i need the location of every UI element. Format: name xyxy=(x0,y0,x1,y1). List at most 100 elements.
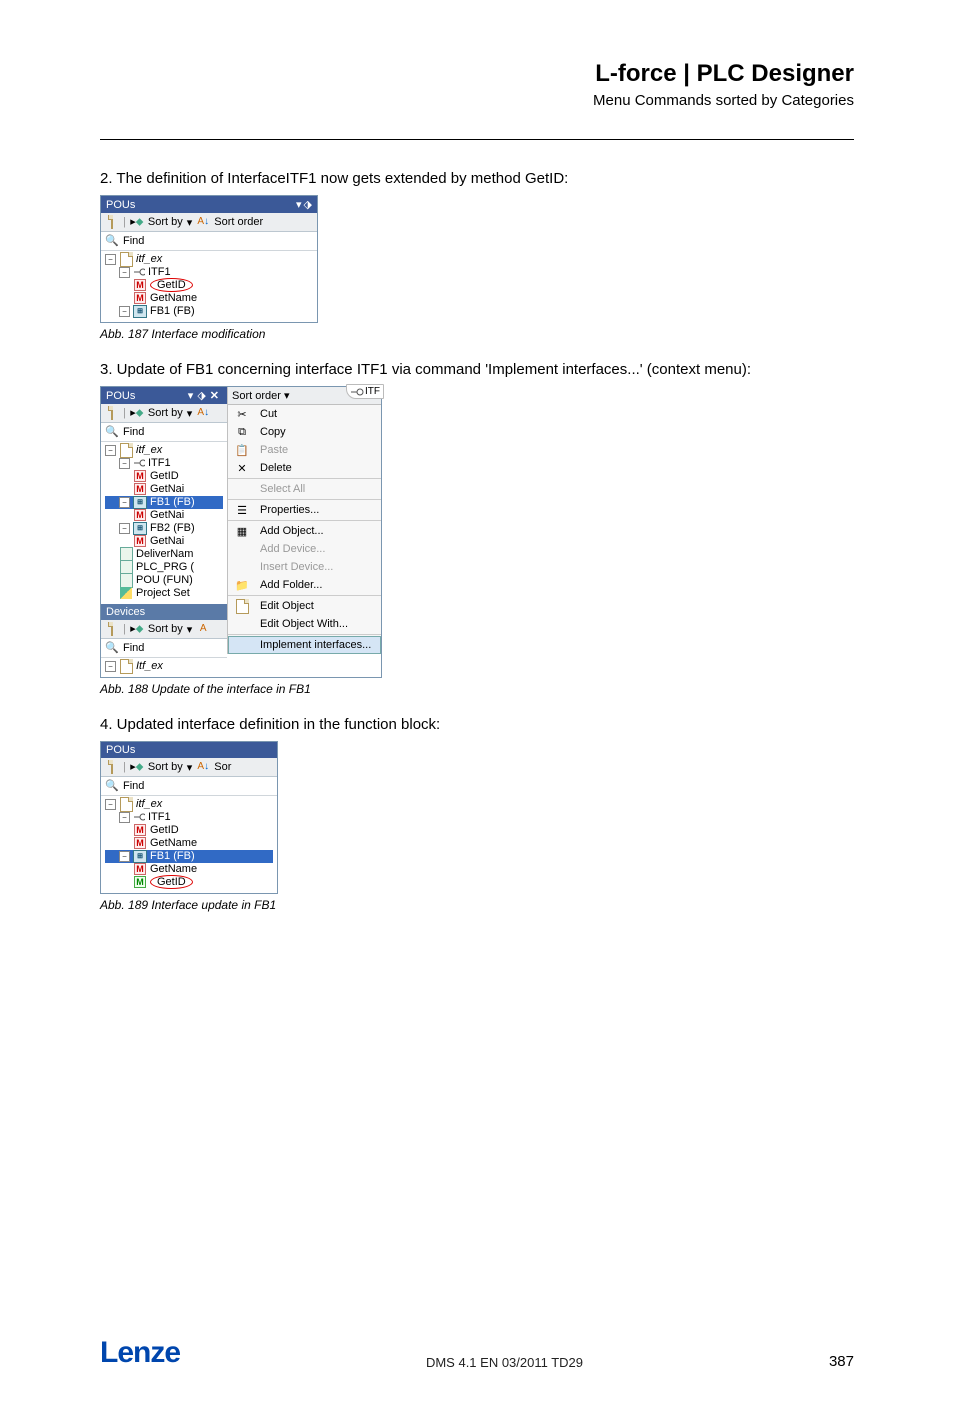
document-icon[interactable] xyxy=(105,622,119,636)
sortorder-label[interactable]: Sor xyxy=(214,761,231,773)
tree-row-root[interactable]: −itf_ex xyxy=(105,444,223,457)
tree-row-fb1-getname[interactable]: M GetName xyxy=(105,863,273,876)
ctx-editobject[interactable]: Edit Object xyxy=(228,597,381,615)
sort-icon[interactable]: ▸⬥ xyxy=(130,215,144,229)
project-icon xyxy=(120,443,133,458)
project-icon xyxy=(120,797,133,812)
close-icon[interactable]: ✕ xyxy=(210,389,219,402)
sortorder-label[interactable]: Sort order xyxy=(214,216,263,228)
ctx-implementinterfaces[interactable]: Implement interfaces... xyxy=(228,636,381,654)
itf-tab[interactable]: ITF xyxy=(346,384,384,399)
copy-icon: ⧉ xyxy=(234,425,250,439)
binoculars-icon: 🔍 xyxy=(105,641,119,655)
find-row[interactable]: 🔍 Find xyxy=(101,777,277,796)
delete-icon: ✕ xyxy=(234,461,250,475)
binoculars-icon: 🔍 xyxy=(105,425,119,439)
ctx-addfolder[interactable]: 📁Add Folder... xyxy=(228,576,381,594)
tree-row-devices-root[interactable]: −Itf_ex xyxy=(105,660,223,673)
find-row[interactable]: 🔍 Find xyxy=(101,423,227,442)
method-icon: M xyxy=(134,292,146,304)
az-sort-icon[interactable]: A↓ xyxy=(196,760,210,774)
method-icon: M xyxy=(134,837,146,849)
node-fb1-getname: GetName xyxy=(150,863,197,875)
sortby-label[interactable]: Sort by xyxy=(148,216,183,228)
document-icon[interactable] xyxy=(105,760,119,774)
document-icon[interactable] xyxy=(105,215,119,229)
tree-row-getid[interactable]: M GetID xyxy=(105,279,313,292)
tree-row-getname[interactable]: M GetName xyxy=(105,292,313,305)
footer-docid: DMS 4.1 EN 03/2011 TD29 xyxy=(426,1355,583,1370)
ctx-delete[interactable]: ✕Delete xyxy=(228,459,381,477)
find-row-devices[interactable]: 🔍 Find xyxy=(101,639,227,658)
fb-icon: ⊞ xyxy=(133,496,147,509)
ctx-selectall[interactable]: Select All xyxy=(228,480,381,498)
panel-toolbar: | ▸⬥ Sort by ▾ A↓ Sor xyxy=(101,758,277,777)
ctx-editobjectwith[interactable]: Edit Object With... xyxy=(228,615,381,633)
chevron-down-icon[interactable]: ▾ xyxy=(188,389,194,402)
sortby-label[interactable]: Sort by xyxy=(148,407,183,419)
fb-icon: ⊞ xyxy=(133,305,147,318)
context-menu: Sort order ▾ ✂Cut ⧉Copy 📋Paste ✕Delete S… xyxy=(227,387,381,654)
tree-row-root[interactable]: − itf_ex xyxy=(105,253,313,266)
tree-row-fb1-getid[interactable]: MGetID xyxy=(105,876,273,889)
expander-icon[interactable]: − xyxy=(119,267,130,278)
node-fb1-getna: GetNai xyxy=(150,509,184,521)
az-sort-icon[interactable]: A xyxy=(196,622,210,636)
pin-icon[interactable]: ⬗ xyxy=(304,198,312,211)
sortby-label[interactable]: Sort by xyxy=(148,623,183,635)
tree-row-fb1[interactable]: − ⊞ FB1 (FB) xyxy=(105,305,313,318)
sort-icon[interactable]: ▸⬥ xyxy=(130,406,144,420)
find-row[interactable]: 🔍 Find xyxy=(101,232,317,251)
find-label: Find xyxy=(123,642,144,654)
tree-row-fb1-selected[interactable]: −⊞FB1 (FB) xyxy=(105,850,273,863)
node-fb1: FB1 (FB) xyxy=(150,850,195,862)
expander-icon[interactable]: − xyxy=(105,254,116,265)
ctx-adddevice[interactable]: Add Device... xyxy=(228,540,381,558)
tree-row-itf1[interactable]: − ITF1 xyxy=(105,266,313,279)
method-icon: M xyxy=(134,863,146,875)
tree-row-getid[interactable]: MGetID xyxy=(105,470,223,483)
ctx-cut[interactable]: ✂Cut xyxy=(228,405,381,423)
interface-icon xyxy=(350,388,362,396)
node-fb1-getid-highlight: GetID xyxy=(150,875,193,889)
node-getname: GetName xyxy=(150,837,197,849)
az-sort-icon[interactable]: A↓ xyxy=(196,215,210,229)
tree-row-fb1-selected[interactable]: −⊞FB1 (FB) xyxy=(105,496,223,509)
node-itf1: ITF1 xyxy=(148,457,171,469)
chevron-down-icon[interactable]: ▾ xyxy=(296,198,302,211)
ctx-insertdevice[interactable]: Insert Device... xyxy=(228,558,381,576)
method-icon: M xyxy=(134,483,146,495)
page-title: L-force | PLC Designer xyxy=(100,60,854,88)
tree-row-getname[interactable]: M GetName xyxy=(105,837,273,850)
sort-icon[interactable]: ▸⬥ xyxy=(130,622,144,636)
ctx-addobject[interactable]: ▦Add Object... xyxy=(228,522,381,540)
tree-row-fb1-getna[interactable]: MGetNai xyxy=(105,509,223,522)
tree-row-getid[interactable]: MGetID xyxy=(105,824,273,837)
interface-icon xyxy=(133,813,145,821)
tree-row-getna[interactable]: MGetNai xyxy=(105,483,223,496)
sortby-label[interactable]: Sort by xyxy=(148,761,183,773)
document-icon[interactable] xyxy=(105,406,119,420)
tree-row-fb2[interactable]: −⊞FB2 (FB) xyxy=(105,522,223,535)
panel-toolbar: | ▸⬥ Sort by ▾ A↓ Sort order xyxy=(101,213,317,232)
tree-row-projectset[interactable]: Project Set xyxy=(105,587,223,600)
pou-panel-189: POUs | ▸⬥ Sort by ▾ A↓ Sor 🔍 Find −itf_e… xyxy=(100,741,278,894)
panel-title-text: POUs xyxy=(106,199,135,211)
ctx-properties[interactable]: ☰Properties... xyxy=(228,501,381,519)
node-fb2: FB2 (FB) xyxy=(150,522,195,534)
az-sort-icon[interactable]: A↓ xyxy=(196,406,210,420)
pin-icon[interactable]: ⬗ xyxy=(197,389,205,402)
tree-row-itf1[interactable]: −ITF1 xyxy=(105,457,223,470)
sort-icon[interactable]: ▸⬥ xyxy=(130,760,144,774)
ctx-copy[interactable]: ⧉Copy xyxy=(228,423,381,441)
folder-icon: 📁 xyxy=(234,578,250,592)
node-fb1: FB1 (FB) xyxy=(150,496,195,508)
ctx-paste[interactable]: 📋Paste xyxy=(228,441,381,459)
node-delivernam: DeliverNam xyxy=(136,548,193,560)
tree-row-itf1[interactable]: −ITF1 xyxy=(105,811,273,824)
expander-icon[interactable]: − xyxy=(119,306,130,317)
chevron-down-icon[interactable]: ▾ xyxy=(187,216,193,229)
tree-row-poufun[interactable]: POU (FUN) xyxy=(105,574,223,587)
page-number: 387 xyxy=(829,1353,854,1370)
tree-row-root[interactable]: −itf_ex xyxy=(105,798,273,811)
